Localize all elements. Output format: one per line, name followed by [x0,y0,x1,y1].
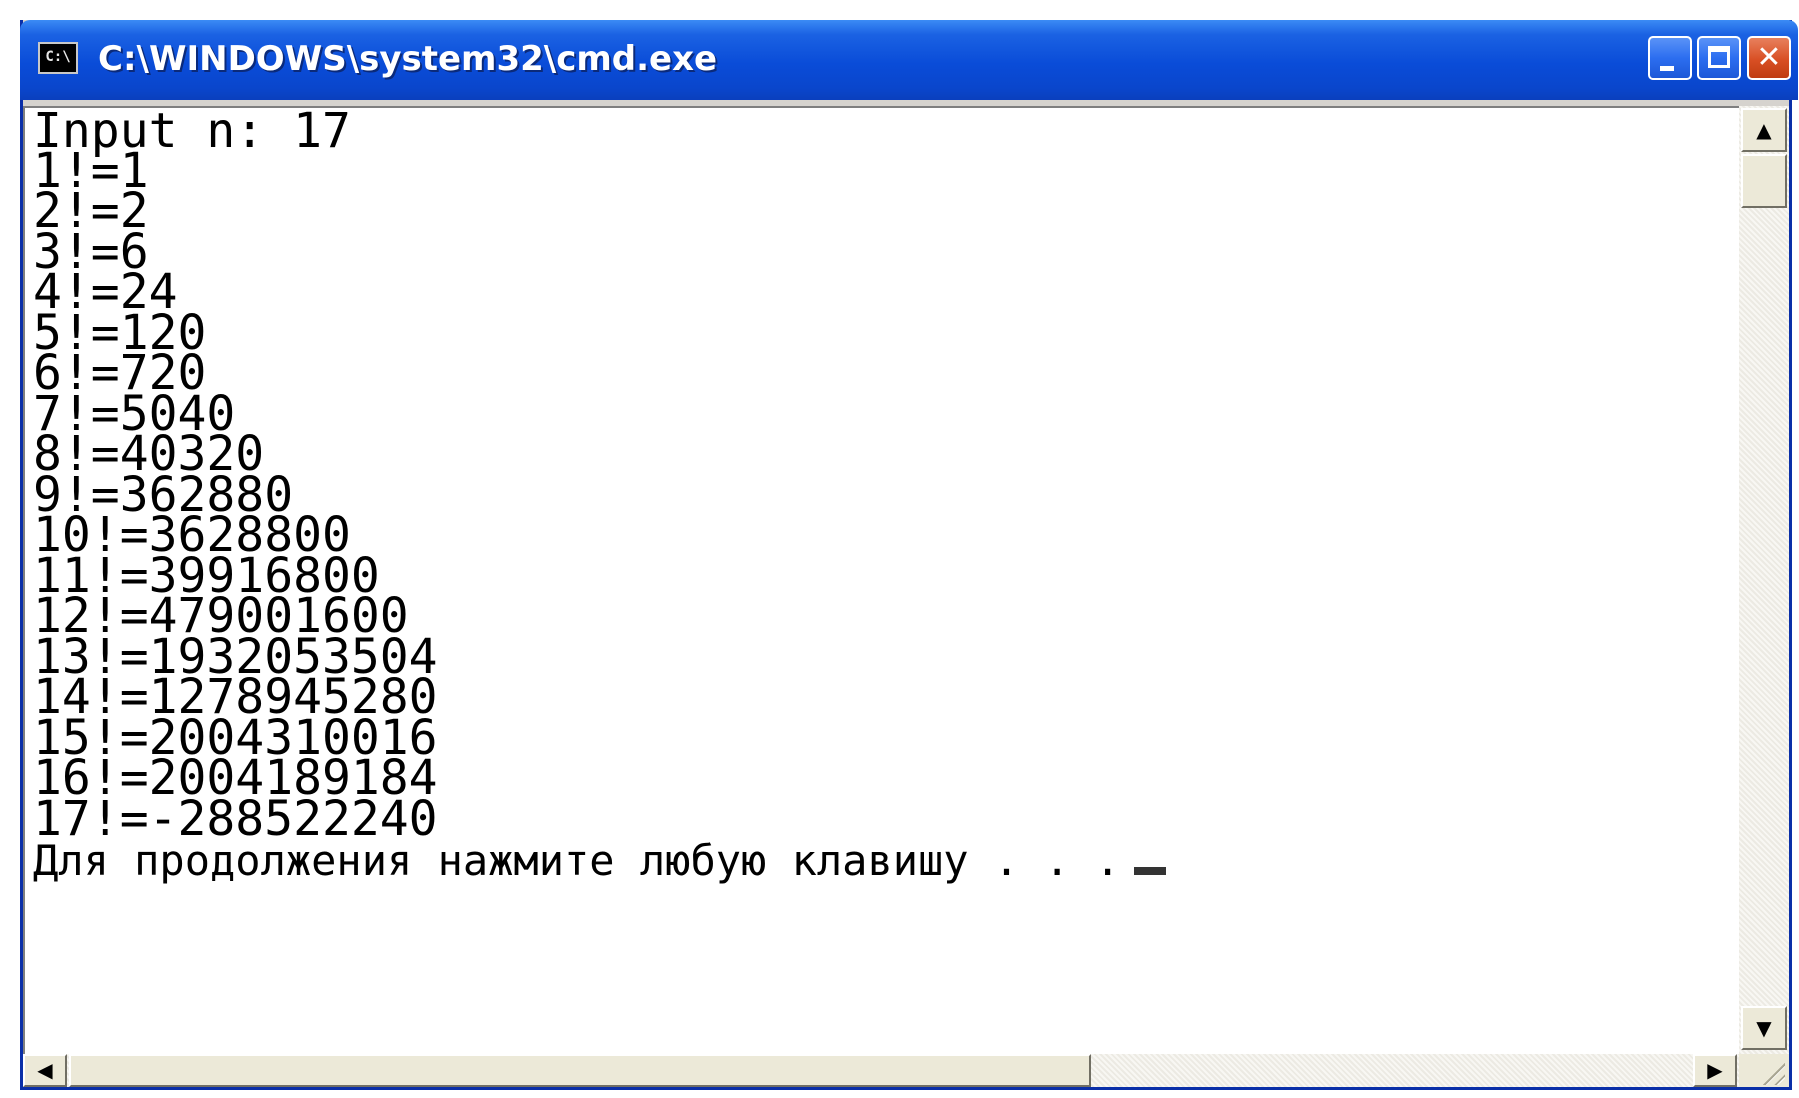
cmd-icon[interactable]: C:\ [38,42,78,74]
scroll-left-button[interactable]: ◀ [23,1054,67,1087]
horizontal-scroll-thumb[interactable] [69,1054,1091,1087]
continue-prompt: Для продолжения нажмите любую клавишу . … [33,836,1121,885]
maximize-button[interactable] [1697,36,1741,80]
title-bar[interactable]: C:\ C:\WINDOWS\system32\cmd.exe ✕ [20,20,1798,100]
text-cursor [1134,867,1167,875]
scroll-up-button[interactable]: ▲ [1741,108,1787,152]
scroll-right-button[interactable]: ▶ [1693,1054,1737,1087]
scroll-down-button[interactable]: ▼ [1741,1006,1787,1050]
arrow-left-icon: ◀ [37,1058,53,1082]
arrow-down-icon: ▼ [1756,1016,1772,1040]
resize-grip[interactable] [1739,1054,1789,1087]
vertical-scroll-thumb[interactable] [1741,154,1787,208]
close-button[interactable]: ✕ [1747,36,1791,80]
resize-grip-icon [1759,1059,1785,1085]
maximize-icon [1708,46,1730,68]
close-icon: ✕ [1756,40,1782,75]
minimize-button[interactable] [1648,36,1692,80]
arrow-right-icon: ▶ [1707,1058,1723,1082]
vertical-scrollbar[interactable]: ▲ ▼ [1739,106,1789,1054]
horizontal-scrollbar[interactable]: ◀ ▶ [23,1054,1739,1087]
console-output[interactable]: Input n: 17 1!=1 2!=2 3!=6 4!=24 5!=120 … [23,106,1739,1054]
minimize-icon [1660,66,1674,71]
window-title: C:\WINDOWS\system32\cmd.exe [98,39,718,79]
console-prompt-line: Для продолжения нажмите любую клавишу . … [33,836,1167,885]
arrow-up-icon: ▲ [1756,118,1772,142]
